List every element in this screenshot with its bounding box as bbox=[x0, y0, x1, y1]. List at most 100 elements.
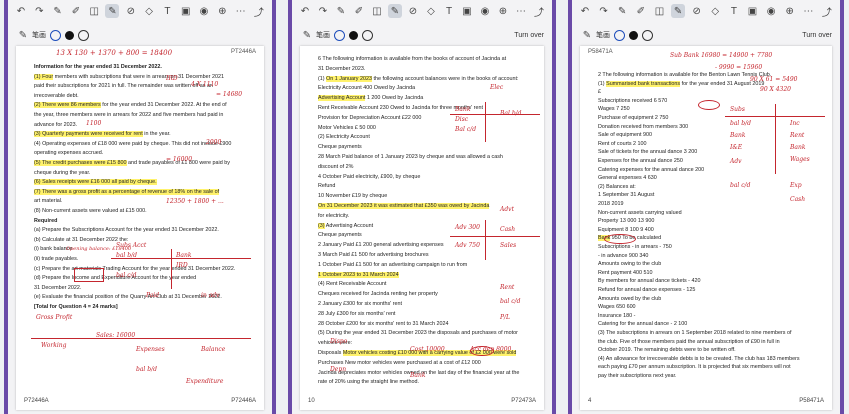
pen-tool-icon[interactable]: ⊘ bbox=[690, 4, 704, 18]
page-text-line: Cheques received for Jacinda renting her… bbox=[318, 291, 438, 298]
lasso-icon[interactable]: ✎ bbox=[388, 4, 402, 18]
shapes-icon[interactable]: ◇ bbox=[142, 4, 156, 18]
pen-label[interactable]: 笔画 bbox=[32, 30, 46, 40]
page-text-line: (5) During the year ended 31 December 20… bbox=[318, 330, 518, 337]
handwritten-note: Rent bbox=[500, 284, 515, 291]
pen-icon[interactable]: ✎ bbox=[51, 4, 65, 18]
page-text-line: each paying £70 per annum subscription. … bbox=[598, 364, 791, 371]
link-icon[interactable]: ⊕ bbox=[496, 4, 510, 18]
page-text-line: On 31 December 2023 it was estimated tha… bbox=[318, 203, 522, 209]
page-text-line: Refund bbox=[318, 183, 336, 190]
page-text-line: Wages 650 600 bbox=[598, 304, 636, 311]
handwritten-note: Adv 300 bbox=[455, 224, 480, 231]
page-text-line: Catering for the annual dance - 2 100 bbox=[598, 321, 688, 328]
share-icon[interactable]: ⤴ bbox=[252, 4, 266, 19]
pen-icon[interactable]: ✎ bbox=[16, 28, 30, 42]
stroke-size-option[interactable] bbox=[78, 29, 89, 41]
image-icon[interactable]: ▣ bbox=[460, 4, 474, 18]
highlighter-icon[interactable]: ✐ bbox=[352, 4, 366, 18]
handwritten-note: Subs Acct bbox=[116, 242, 147, 249]
handwritten-note: bal b/d bbox=[136, 366, 157, 373]
text-icon[interactable]: T bbox=[442, 4, 456, 18]
image-icon[interactable]: ▣ bbox=[745, 4, 759, 18]
eraser-icon[interactable]: ◫ bbox=[370, 4, 384, 18]
handwritten-note: IRD bbox=[176, 262, 188, 269]
document-page: PT2446A Information for the year ended 3… bbox=[16, 46, 264, 410]
pen-icon[interactable]: ✎ bbox=[615, 4, 629, 18]
page-text-line: 1 October Paid £1 500 for an advertising… bbox=[318, 261, 468, 268]
app-window-middle: ↶ ↷ ✎ ✐ ◫ ✎ ⊘ ◇ T ▣ ◉ ⊕ ⋯ ⤴ ✎ 笔画 Turn ov… bbox=[288, 0, 556, 414]
undo-icon[interactable]: ↶ bbox=[14, 4, 28, 18]
highlighter-icon[interactable]: ✐ bbox=[634, 4, 648, 18]
color-black-swatch[interactable] bbox=[349, 30, 358, 40]
page-text-line: Required bbox=[34, 217, 58, 224]
page-text-line: Donation received from members 300 bbox=[598, 123, 689, 130]
page-text-line: operating expenses accrued. bbox=[34, 150, 104, 157]
more-icon[interactable]: ⋯ bbox=[514, 4, 528, 18]
pen-label[interactable]: 笔画 bbox=[316, 30, 330, 40]
shapes-icon[interactable]: ◇ bbox=[708, 4, 722, 18]
undo-icon[interactable]: ↶ bbox=[578, 4, 592, 18]
stroke-size-option[interactable] bbox=[642, 29, 653, 41]
page-text-line: Insurance 180 - bbox=[598, 312, 636, 319]
lasso-icon[interactable]: ✎ bbox=[671, 4, 686, 18]
stroke-size-option[interactable] bbox=[362, 29, 373, 41]
handwritten-note: 2000 bbox=[206, 139, 222, 146]
undo-icon[interactable]: ↶ bbox=[298, 4, 312, 18]
more-icon[interactable]: ⋯ bbox=[234, 4, 248, 18]
share-icon[interactable]: ⤴ bbox=[820, 4, 834, 19]
page-text-line: 2018 2019 bbox=[598, 201, 624, 207]
text-icon[interactable]: T bbox=[160, 4, 174, 18]
eraser-icon[interactable]: ◫ bbox=[87, 4, 101, 18]
more-icon[interactable]: ⋯ bbox=[801, 4, 815, 18]
ink-circle bbox=[604, 234, 636, 244]
redo-icon[interactable]: ↷ bbox=[316, 4, 330, 18]
lasso-icon[interactable]: ✎ bbox=[105, 4, 120, 18]
footer-left: 4 bbox=[588, 398, 592, 404]
footer-right: P72473A bbox=[511, 398, 536, 404]
mic-icon[interactable]: ◉ bbox=[197, 4, 211, 18]
page-text-line: (4) Rent Receivable Account bbox=[318, 281, 387, 288]
handwritten-note: bal c/d bbox=[730, 182, 751, 189]
page-text-line: 3 March Paid £1 500 for advertising broc… bbox=[318, 252, 429, 258]
text-icon[interactable]: T bbox=[727, 4, 741, 18]
handwritten-note: Sub Bank 16980 = 14900 + 7780 bbox=[670, 52, 773, 59]
color-black-swatch[interactable] bbox=[629, 30, 638, 40]
pen-label[interactable]: 笔画 bbox=[596, 30, 610, 40]
pen-icon[interactable]: ✎ bbox=[334, 4, 348, 18]
highlighted-text: Advertising Account bbox=[318, 95, 366, 102]
handwritten-note: Working bbox=[41, 342, 67, 349]
pen-tool-icon[interactable]: ⊘ bbox=[406, 4, 420, 18]
page-text-line: Sale of equipment 900 bbox=[598, 132, 652, 139]
redo-icon[interactable]: ↷ bbox=[597, 4, 611, 18]
eraser-icon[interactable]: ◫ bbox=[652, 4, 666, 18]
color-black-swatch[interactable] bbox=[65, 30, 74, 40]
link-icon[interactable]: ⊕ bbox=[215, 4, 229, 18]
page-footer: 10 P72473A bbox=[308, 398, 536, 404]
color-blue-swatch[interactable] bbox=[334, 29, 345, 41]
shapes-icon[interactable]: ◇ bbox=[424, 4, 438, 18]
pen-icon[interactable]: ✎ bbox=[580, 28, 594, 42]
handwritten-note: 4 X 1110 bbox=[191, 81, 219, 88]
color-blue-swatch[interactable] bbox=[614, 29, 625, 41]
page-text-line: Motor Vehicles £ 50 000 bbox=[318, 124, 376, 131]
image-icon[interactable]: ▣ bbox=[179, 4, 193, 18]
mic-icon[interactable]: ◉ bbox=[764, 4, 778, 18]
redo-icon[interactable]: ↷ bbox=[32, 4, 46, 18]
footer-left: P72446A bbox=[24, 398, 49, 404]
app-window-left: ↶ ↷ ✎ ✐ ◫ ✎ ⊘ ◇ T ▣ ◉ ⊕ ⋯ ⤴ ✎ 笔画 PT2446A… bbox=[4, 0, 276, 414]
color-blue-swatch[interactable] bbox=[50, 29, 61, 41]
pen-icon[interactable]: ✎ bbox=[300, 28, 314, 42]
page-text-line: Purchases New motor vehicles were purcha… bbox=[318, 359, 481, 366]
highlighter-icon[interactable]: ✐ bbox=[69, 4, 83, 18]
handwritten-note: 13 X 130 + 1370 + 800 = 18400 bbox=[56, 49, 173, 57]
link-icon[interactable]: ⊕ bbox=[783, 4, 797, 18]
handwritten-note: Dispo bbox=[330, 338, 348, 345]
mic-icon[interactable]: ◉ bbox=[478, 4, 492, 18]
footer-right: P72446A bbox=[231, 398, 256, 404]
page-text-line: (3) Advertising Account bbox=[318, 222, 374, 229]
page-text-line: 10 November £19 by cheque bbox=[318, 193, 388, 200]
pen-tool-icon[interactable]: ⊘ bbox=[124, 4, 138, 18]
share-icon[interactable]: ⤴ bbox=[532, 4, 546, 19]
page-text-line: (5) The credit purchases were £15 800 an… bbox=[34, 160, 230, 166]
